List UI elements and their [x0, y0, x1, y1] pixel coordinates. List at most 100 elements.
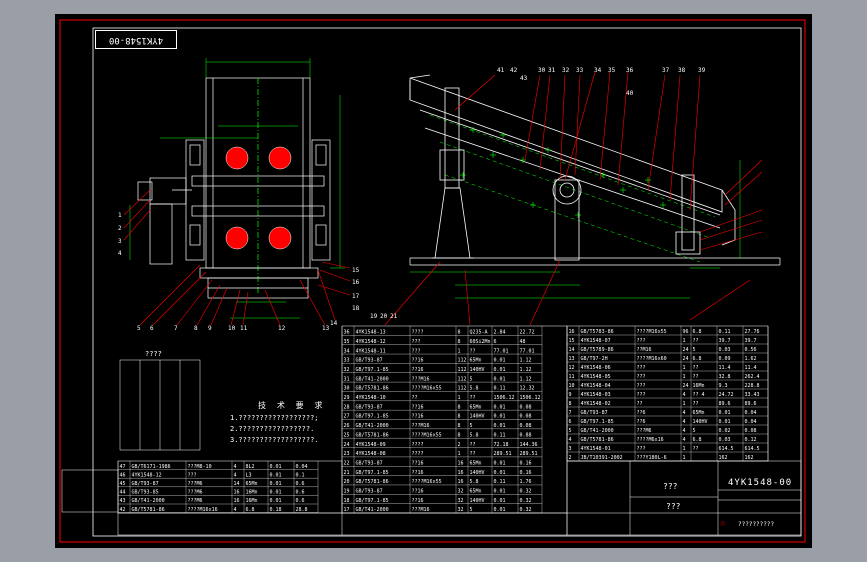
- tech-note-3: 3.??????????????????.: [230, 436, 319, 444]
- part-number-label: 14: [330, 320, 338, 327]
- bom-right-cell-w1: 162: [719, 455, 728, 461]
- bom-middle-cell-code: 4YK1548-09: [356, 442, 386, 448]
- bom-right-cell-no: 3: [569, 446, 572, 452]
- cad-logo-icon: ♲: [720, 519, 726, 529]
- bom-right-cell-name: ???: [637, 338, 646, 344]
- part-number-label: 34: [594, 67, 602, 74]
- bom-right-cell-w2: 0.04: [745, 410, 757, 416]
- bom-middle-cell-qty: 112: [458, 386, 467, 392]
- bom-middle-cell-w2: 0.16: [520, 460, 532, 466]
- bom-right-cell-name: ??6: [637, 410, 646, 416]
- bom-right-cell-no: 2: [569, 455, 572, 461]
- bom-middle-cell-w1: 0.01: [494, 470, 506, 476]
- bom-middle-cell-qty: 32: [458, 507, 464, 513]
- bom-middle-cell-name: ????M16x55: [412, 432, 442, 438]
- bom-right-cell-w2: 0.04: [745, 419, 757, 425]
- bom-middle-cell-qty: 8: [458, 423, 461, 429]
- bom-right-cell-qty: 1: [683, 401, 686, 407]
- bom-right-cell-qty: 24: [683, 356, 689, 362]
- bom-middle-cell-code: GB/T97.1-85: [356, 414, 389, 420]
- part-number-label: 7: [174, 325, 178, 332]
- title-block-drawing-number: 4YK1548-00: [728, 478, 793, 488]
- bom-right-cell-w2: 89.6: [745, 401, 757, 407]
- bom-right-cell-w2: 39.7: [745, 338, 757, 344]
- bom-middle-cell-mat: 5: [470, 507, 473, 513]
- bom-middle-cell-qty: 112: [458, 358, 467, 364]
- bom-middle-cell-qty: 8: [458, 432, 461, 438]
- bom-right-cell-w1: 9.3: [719, 383, 728, 389]
- bom-right-cell-mat: ??: [693, 401, 699, 407]
- bom-middle-cell-mat: 5.8: [470, 479, 479, 485]
- bom-left-cell-no: 42: [120, 507, 126, 513]
- bom-right-cell-w1: 0.02: [719, 428, 731, 434]
- bom-middle-cell-w2: 1.12: [520, 376, 532, 382]
- bom-left-cell-mat: 16Mn: [246, 490, 258, 496]
- bom-right-cell-w1: 39.7: [719, 338, 731, 344]
- bom-right-cell-mat: 16Mn: [693, 383, 705, 389]
- bom-right-cell-no: 13: [569, 356, 575, 362]
- part-number-label: 10: [228, 325, 236, 332]
- bom-right-cell-w1: 614.5: [719, 446, 734, 452]
- part-number-label: 1: [118, 212, 122, 219]
- bom-right-cell-name: ???: [637, 383, 646, 389]
- bom-right-cell-w2: 27.76: [745, 329, 760, 335]
- bom-left-cell-no: 46: [120, 472, 126, 478]
- bom-middle-cell-no: 29: [344, 395, 350, 401]
- bom-left-cell-code: GB/T93-87: [132, 481, 159, 487]
- bom-middle-cell-mat: 140HV: [470, 367, 485, 373]
- bom-middle-cell-mat: ??: [470, 451, 476, 457]
- bom-middle-cell-qty: 1: [458, 395, 461, 401]
- bom-middle-cell-w1: 2.84: [494, 330, 506, 336]
- bom-right-cell-code: 4YK1548-06: [581, 365, 611, 371]
- bom-right-cell-w1: 24.72: [719, 392, 734, 398]
- bom-middle-cell-qty: 32: [458, 498, 464, 504]
- bom-right-cell-no: 7: [569, 410, 572, 416]
- bom-right-cell-mat: ??: [693, 338, 699, 344]
- bom-left-cell-name: ????M16x16: [188, 507, 218, 513]
- bom-middle-cell-code: GB/T93-87: [356, 460, 383, 466]
- part-number-label: 38: [678, 67, 686, 74]
- bom-right-cell-w1: 89.6: [719, 401, 731, 407]
- bom-middle-cell-code: GB/T93-87: [356, 358, 383, 364]
- bom-middle-cell-qty: 2: [458, 442, 461, 448]
- bom-middle-cell-w2: 289.51: [520, 451, 538, 457]
- bom-middle-cell-mat: ??: [470, 348, 476, 354]
- title-block-footer: ??????????: [738, 521, 775, 528]
- bom-left-cell-qty: 16: [234, 490, 240, 496]
- bom-left-cell-w1: 0.18: [270, 507, 282, 513]
- part-number-label: 37: [662, 67, 670, 74]
- bom-middle-cell-code: GB/T41-2000: [356, 507, 389, 513]
- bom-left-cell-w2: 28.8: [296, 507, 308, 513]
- bom-left-cell-w1: 0.01: [270, 498, 282, 504]
- bom-middle-cell-w2: 1.12: [520, 367, 532, 373]
- part-number-label: 11: [240, 325, 248, 332]
- part-number-label: 33: [576, 67, 584, 74]
- bom-left-cell-name: ???M6: [188, 498, 203, 504]
- bom-middle-cell-w1: 0.11: [494, 432, 506, 438]
- bom-right-cell-code: JB/T10391-2002: [581, 455, 623, 461]
- bom-right-cell-qty: 1: [683, 374, 686, 380]
- bom-left-cell-code: 4YK1548-12: [132, 472, 162, 478]
- bom-middle-cell-qty: 1: [458, 348, 461, 354]
- bom-middle-cell-no: 33: [344, 358, 350, 364]
- bom-right-cell-code: 4YK1548-05: [581, 374, 611, 380]
- bom-right-cell-no: 6: [569, 419, 572, 425]
- bom-right-cell-name: ???Y180L-6: [637, 455, 667, 461]
- bom-middle-cell-w2: 0.08: [520, 414, 532, 420]
- bom-middle-cell-no: 22: [344, 460, 350, 466]
- part-number-label: 42: [510, 67, 518, 74]
- bom-middle-cell-code: GB/T5781-86: [356, 432, 389, 438]
- bom-middle-cell-mat: 65Mn: [470, 404, 482, 410]
- bom-middle-cell-no: 31: [344, 376, 350, 382]
- bom-right-cell-name: ??M16: [637, 347, 652, 353]
- bom-right-cell-w1: 0.09: [719, 356, 731, 362]
- bom-right-cell-w2: 162: [745, 455, 754, 461]
- bom-right-cell-qty: 96: [683, 329, 689, 335]
- bom-right-cell-qty: 24: [683, 383, 689, 389]
- bom-middle-cell-name: ??16: [412, 367, 424, 373]
- bom-right-cell-qty: 24: [683, 347, 689, 353]
- bom-middle-cell-w1: 0.01: [494, 404, 506, 410]
- bom-right-cell-code: GB/T97-2H: [581, 356, 608, 362]
- bom-middle-cell-w2: 0.08: [520, 423, 532, 429]
- bom-middle-cell-qty: 112: [458, 367, 467, 373]
